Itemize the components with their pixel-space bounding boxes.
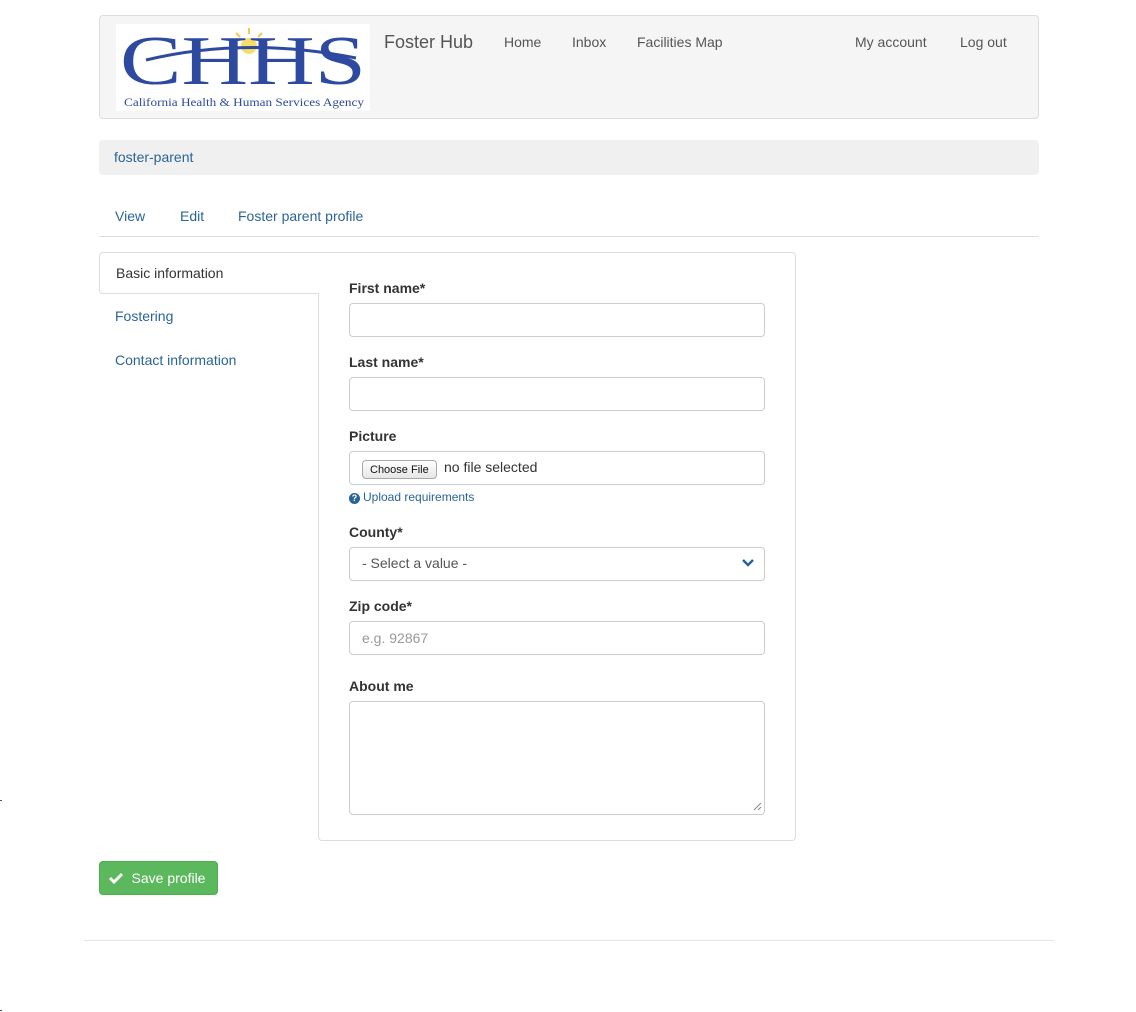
edge-mark [0, 1010, 2, 1011]
about-me-textarea[interactable] [349, 701, 765, 815]
logo-letters: CHHS [120, 24, 366, 100]
county-label: County* [349, 524, 403, 540]
file-status: no file selected [444, 459, 538, 475]
active-tab-connector [318, 253, 320, 293]
save-profile-button[interactable]: Save profile [99, 861, 218, 895]
first-name-input[interactable] [349, 303, 765, 337]
question-circle-icon: ? [349, 493, 360, 504]
nav-facilities-map[interactable]: Facilities Map [637, 34, 723, 50]
footer-divider [84, 940, 1054, 941]
brand-link[interactable]: Foster Hub [384, 32, 473, 53]
nav-home[interactable]: Home [504, 34, 541, 50]
last-name-label: Last name* [349, 354, 424, 370]
edge-mark [0, 800, 2, 801]
last-name-input[interactable] [349, 377, 765, 411]
zip-code-label: Zip code* [349, 598, 413, 614]
logo-tagline: California Health & Human Services Agenc… [124, 95, 364, 109]
breadcrumb-current[interactable]: foster-parent [114, 149, 193, 165]
breadcrumb: foster-parent [99, 140, 1039, 175]
chhs-logo[interactable]: CHHS California Health & Human Services … [116, 24, 370, 111]
picture-file-field: Choose File no file selected [349, 451, 765, 485]
chevron-down-icon [742, 559, 754, 567]
check-icon [109, 872, 123, 884]
tab-view[interactable]: View [115, 208, 145, 224]
resize-grip-icon[interactable] [753, 802, 762, 811]
tab-edit[interactable]: Edit [180, 208, 204, 224]
nav-inbox[interactable]: Inbox [572, 34, 606, 50]
vertical-tabs: Basic information Fostering Contact info… [99, 252, 319, 452]
first-name-label: First name* [349, 280, 426, 296]
navbar: CHHS California Health & Human Services … [99, 15, 1039, 119]
vtab-basic-information[interactable]: Basic information [99, 252, 319, 294]
vtab-contact-information[interactable]: Contact information [99, 340, 319, 382]
choose-file-button[interactable]: Choose File [362, 460, 437, 479]
vtab-fostering[interactable]: Fostering [99, 296, 319, 338]
nav-log-out[interactable]: Log out [960, 34, 1007, 50]
picture-label: Picture [349, 428, 397, 444]
zip-code-input[interactable] [349, 621, 765, 655]
county-selected-value: - Select a value - [362, 555, 468, 571]
save-profile-label: Save profile [131, 870, 206, 886]
nav-my-account[interactable]: My account [855, 34, 927, 50]
local-tabs: View Edit Foster parent profile [99, 198, 1039, 237]
upload-requirements-text: Upload requirements [363, 490, 475, 504]
county-select[interactable]: - Select a value - [349, 547, 765, 581]
tab-foster-parent-profile[interactable]: Foster parent profile [238, 208, 363, 224]
upload-requirements-link[interactable]: ? Upload requirements [349, 490, 474, 504]
about-me-label: About me [349, 678, 414, 694]
